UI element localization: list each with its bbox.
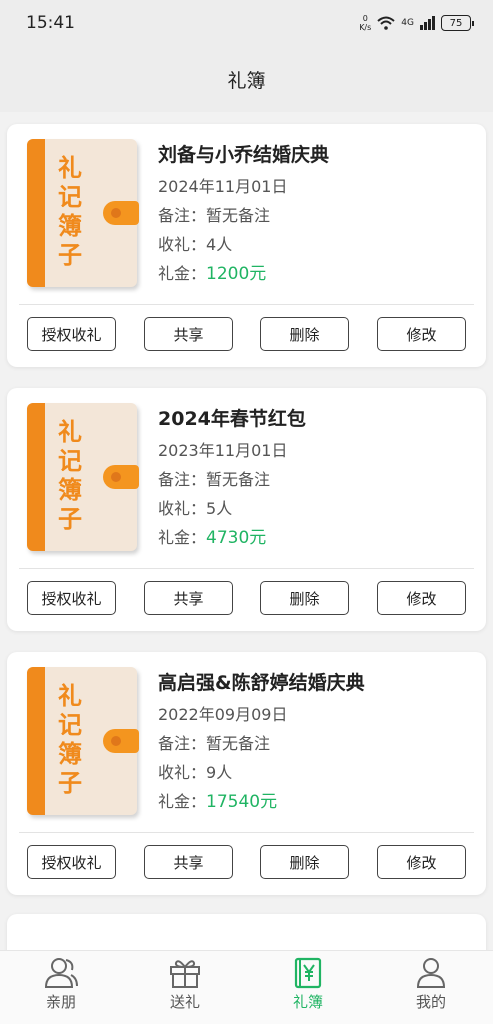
status-time: 15:41 xyxy=(26,13,75,33)
tab-profile[interactable]: 我的 xyxy=(396,957,466,1019)
card-date: 2024年11月01日 xyxy=(158,177,288,196)
gift-book-cover-icon: 礼记簿子 xyxy=(27,139,139,287)
share-button[interactable]: 共享 xyxy=(144,581,233,615)
card-actions: 授权收礼 共享 删除 修改 xyxy=(27,317,467,351)
share-button[interactable]: 共享 xyxy=(144,845,233,879)
card-amount: 礼金：1200元 xyxy=(158,264,267,284)
divider xyxy=(19,304,474,305)
gift-book-card[interactable]: 礼记簿子 2024年春节红包 2023年11月01日 备注：暂无备注 收礼：5人… xyxy=(7,388,486,631)
signal-icon xyxy=(420,16,435,30)
authorize-button[interactable]: 授权收礼 xyxy=(27,317,116,351)
card-title: 刘备与小乔结婚庆典 xyxy=(158,144,330,166)
card-actions: 授权收礼 共享 删除 修改 xyxy=(27,845,467,879)
gift-book-card[interactable]: 礼记簿子 刘备与小乔结婚庆典 2024年11月01日 备注：暂无备注 收礼：4人… xyxy=(7,124,486,367)
gift-book-cover-icon: 礼记簿子 xyxy=(27,403,139,551)
delete-button[interactable]: 删除 xyxy=(260,581,349,615)
authorize-button[interactable]: 授权收礼 xyxy=(27,581,116,615)
battery-icon: 75 xyxy=(441,15,474,31)
card-title: 高启强&陈舒婷结婚庆典 xyxy=(158,672,365,694)
gift-book-card-partial[interactable] xyxy=(7,914,486,950)
delete-button[interactable]: 删除 xyxy=(260,317,349,351)
yen-book-icon xyxy=(294,957,322,989)
card-receive-count: 收礼：9人 xyxy=(158,763,233,782)
authorize-button[interactable]: 授权收礼 xyxy=(27,845,116,879)
card-info: 刘备与小乔结婚庆典 2024年11月01日 备注：暂无备注 收礼：4人 礼金：1… xyxy=(158,140,478,288)
card-note: 备注：暂无备注 xyxy=(158,470,271,489)
status-icons: 0 K/s 4G 75 xyxy=(359,14,474,32)
divider xyxy=(19,568,474,569)
amount-value: 17540元 xyxy=(206,792,278,812)
card-title: 2024年春节红包 xyxy=(158,408,306,430)
gift-book-list[interactable]: 礼记簿子 刘备与小乔结婚庆典 2024年11月01日 备注：暂无备注 收礼：4人… xyxy=(0,112,493,950)
card-actions: 授权收礼 共享 删除 修改 xyxy=(27,581,467,615)
bottom-tab-bar: 亲朋 送礼 礼簿 我的 xyxy=(0,950,493,1024)
card-info: 高启强&陈舒婷结婚庆典 2022年09月09日 备注：暂无备注 收礼：9人 礼金… xyxy=(158,668,478,816)
tab-give-gift[interactable]: 送礼 xyxy=(150,957,220,1019)
edit-button[interactable]: 修改 xyxy=(377,845,466,879)
page-title-bar: 礼簿 xyxy=(0,46,493,112)
tab-relatives[interactable]: 亲朋 xyxy=(26,957,96,1019)
divider xyxy=(19,832,474,833)
tab-gift-book[interactable]: 礼簿 xyxy=(273,957,343,1019)
card-date: 2023年11月01日 xyxy=(158,441,288,460)
card-amount: 礼金：4730元 xyxy=(158,528,267,548)
page-title: 礼簿 xyxy=(227,69,266,92)
network-type: 4G xyxy=(401,18,414,28)
status-bar: 15:41 0 K/s 4G 75 xyxy=(0,0,493,46)
card-note: 备注：暂无备注 xyxy=(158,206,271,225)
share-button[interactable]: 共享 xyxy=(144,317,233,351)
network-speed: 0 K/s xyxy=(359,14,372,32)
card-info: 2024年春节红包 2023年11月01日 备注：暂无备注 收礼：5人 礼金：4… xyxy=(158,404,478,552)
edit-button[interactable]: 修改 xyxy=(377,581,466,615)
card-date: 2022年09月09日 xyxy=(158,705,288,724)
people-icon xyxy=(44,958,78,988)
gift-book-card[interactable]: 礼记簿子 高启强&陈舒婷结婚庆典 2022年09月09日 备注：暂无备注 收礼：… xyxy=(7,652,486,895)
amount-value: 1200元 xyxy=(206,264,267,284)
card-receive-count: 收礼：5人 xyxy=(158,499,233,518)
amount-value: 4730元 xyxy=(206,528,267,548)
delete-button[interactable]: 删除 xyxy=(260,845,349,879)
gift-book-cover-icon: 礼记簿子 xyxy=(27,667,139,815)
wifi-icon xyxy=(377,16,395,30)
user-icon xyxy=(416,958,446,988)
card-amount: 礼金：17540元 xyxy=(158,792,278,812)
edit-button[interactable]: 修改 xyxy=(377,317,466,351)
card-note: 备注：暂无备注 xyxy=(158,734,271,753)
card-receive-count: 收礼：4人 xyxy=(158,235,233,254)
gift-icon xyxy=(170,960,200,988)
